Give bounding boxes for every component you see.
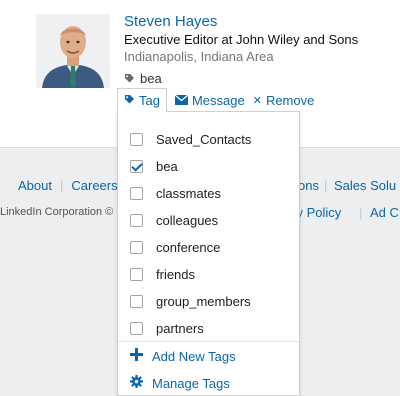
add-new-tags-button[interactable]: Add New Tags	[130, 347, 236, 365]
remove-button[interactable]: ✕ Remove	[253, 93, 315, 108]
tag-icon	[124, 93, 135, 108]
tag-option[interactable]: friends	[130, 265, 195, 283]
profile-location: Indianapolis, Indiana Area	[124, 49, 274, 64]
footer-divider: |	[324, 178, 328, 193]
action-bar: Tag Message ✕ Remove	[117, 88, 314, 112]
tag-option[interactable]: colleagues	[130, 211, 218, 229]
tag-option[interactable]: bea	[130, 157, 178, 175]
avatar[interactable]	[36, 14, 110, 88]
tag-button-label: Tag	[139, 93, 160, 108]
profile-tag-label: bea	[140, 71, 162, 86]
checkbox[interactable]	[130, 186, 143, 200]
profile-tag: bea	[124, 71, 162, 86]
tag-option[interactable]: Saved_Contacts	[130, 130, 251, 148]
tag-option-label: friends	[156, 266, 196, 282]
footer-link-ad[interactable]: Ad C	[370, 205, 399, 220]
profile-headline: Executive Editor at John Wiley and Sons	[124, 32, 359, 47]
profile-card: Steven Hayes Executive Editor at John Wi…	[0, 0, 400, 125]
footer-link-about[interactable]: About	[18, 178, 60, 193]
tag-option-label: bea	[156, 158, 178, 174]
tag-dropdown: Saved_Contacts bea classmates colleagues…	[117, 111, 300, 396]
tag-option-label: colleagues	[156, 212, 219, 228]
checkbox[interactable]	[130, 240, 143, 254]
tag-option-label: group_members	[156, 293, 251, 309]
footer-links: About | Careers	[18, 178, 126, 193]
manage-tags-button[interactable]: Manage Tags	[130, 374, 230, 392]
add-new-tags-label: Add New Tags	[152, 348, 236, 364]
tag-icon	[124, 73, 135, 84]
tag-option[interactable]: partners	[130, 319, 204, 337]
dropdown-divider	[118, 341, 299, 342]
checkbox[interactable]	[130, 294, 143, 308]
tag-option[interactable]: conference	[130, 238, 220, 256]
close-icon: ✕	[252, 94, 262, 107]
tag-option-label: partners	[156, 320, 204, 336]
remove-button-label: Remove	[265, 92, 315, 108]
message-button-label: Message	[191, 92, 245, 108]
tag-option[interactable]: classmates	[130, 184, 221, 202]
gear-icon	[130, 375, 143, 391]
checkbox-checked[interactable]	[130, 159, 143, 173]
tag-option[interactable]: group_members	[130, 292, 251, 310]
footer-copyright: LinkedIn Corporation © 20	[0, 206, 129, 218]
tag-option-label: conference	[156, 239, 221, 255]
checkbox[interactable]	[130, 267, 143, 281]
checkbox[interactable]	[130, 213, 143, 227]
tag-button[interactable]: Tag	[117, 88, 167, 112]
message-button[interactable]: Message	[174, 92, 245, 108]
profile-name[interactable]: Steven Hayes	[124, 13, 217, 30]
checkbox[interactable]	[130, 132, 143, 146]
footer-divider: |	[59, 178, 64, 193]
envelope-icon	[174, 93, 189, 108]
plus-icon	[130, 348, 143, 364]
checkbox[interactable]	[130, 321, 143, 335]
footer-divider: |	[359, 205, 363, 220]
footer-link-sales[interactable]: Sales Solu	[334, 178, 396, 193]
manage-tags-label: Manage Tags	[152, 375, 230, 391]
tag-option-label: Saved_Contacts	[156, 131, 252, 147]
footer-link-ons[interactable]: ons	[298, 178, 319, 193]
tag-option-label: classmates	[156, 185, 222, 201]
